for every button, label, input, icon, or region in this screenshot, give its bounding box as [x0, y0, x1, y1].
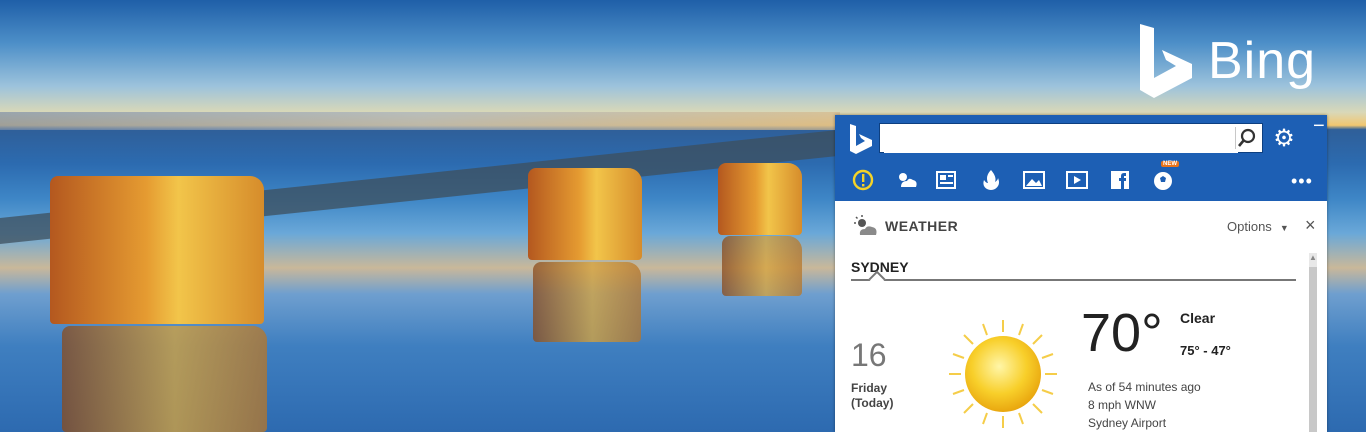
bing-wordmark: Bing	[1208, 32, 1317, 90]
day-name: Friday	[851, 381, 888, 395]
trending-icon[interactable]	[977, 167, 1005, 193]
bing-toolbar-panel: ⚙ − NEW ••• WEATHER Options ▼ × SYDNEY ▲…	[835, 115, 1327, 432]
images-icon[interactable]	[1020, 167, 1048, 193]
search-icon[interactable]	[1235, 127, 1258, 149]
current-temperature: 70°	[1081, 303, 1163, 363]
close-button[interactable]: ×	[1305, 215, 1316, 236]
scrollbar[interactable]: ▲	[1309, 253, 1317, 432]
day-note: (Today)	[851, 396, 894, 410]
scrollbar-thumb[interactable]	[1309, 267, 1317, 432]
toolbar-header: ⚙ − NEW •••	[835, 115, 1327, 201]
settings-gear-icon[interactable]: ⚙	[1271, 126, 1297, 152]
weather-card: WEATHER Options ▼ × SYDNEY ▲ 16 Friday (T…	[835, 201, 1327, 432]
bing-small-logo-icon[interactable]	[849, 123, 873, 155]
toolbar-icon-row: NEW	[835, 161, 1327, 197]
station-name: Sydney Airport	[1088, 416, 1167, 430]
city-tab-underline	[851, 270, 1296, 288]
minimize-button[interactable]: −	[1313, 116, 1325, 136]
facebook-icon[interactable]	[1106, 167, 1134, 193]
search-input[interactable]	[884, 125, 1238, 153]
condition-text: Clear	[1180, 310, 1216, 326]
day-label: Friday (Today)	[851, 381, 893, 411]
sun-icon	[949, 320, 1057, 428]
weather-details: As of 54 minutes ago 8 mph WNW Sydney Ai…	[1088, 378, 1201, 432]
alert-icon[interactable]	[849, 167, 877, 193]
video-icon[interactable]	[1063, 167, 1091, 193]
options-label: Options	[1227, 219, 1272, 234]
more-options-button[interactable]: •••	[1291, 171, 1313, 192]
date-number: 16	[851, 337, 887, 373]
weather-title-icon	[854, 215, 877, 235]
temperature-range: 75° - 47°	[1180, 343, 1231, 358]
weather-header: WEATHER	[853, 215, 958, 237]
sports-icon[interactable]: NEW	[1149, 161, 1179, 193]
updated-time: As of 54 minutes ago	[1088, 380, 1201, 394]
bing-b-icon	[1140, 24, 1192, 98]
weather-icon[interactable]	[893, 167, 921, 193]
scroll-up-icon[interactable]: ▲	[1309, 253, 1317, 263]
weather-title: WEATHER	[885, 218, 959, 234]
chevron-down-icon: ▼	[1279, 223, 1289, 233]
bing-logo: Bing	[1138, 22, 1316, 100]
wind-info: 8 mph WNW	[1088, 398, 1157, 412]
search-box	[879, 123, 1263, 153]
options-dropdown[interactable]: Options ▼	[1227, 219, 1289, 234]
news-icon[interactable]	[933, 167, 961, 193]
new-badge: NEW	[1161, 161, 1179, 167]
